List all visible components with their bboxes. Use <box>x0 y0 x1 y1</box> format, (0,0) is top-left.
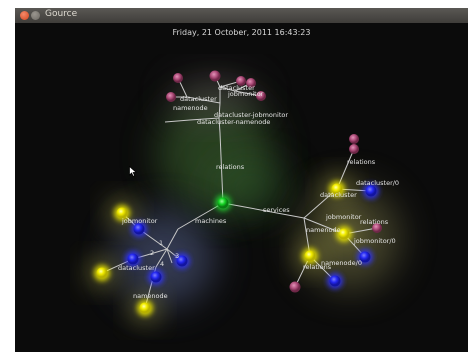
label-jobmonitor-0: jobmonitor/0 <box>353 237 396 245</box>
root-node <box>217 197 229 209</box>
file-node-blue <box>150 271 162 283</box>
label-num-2: 2 <box>150 249 154 257</box>
file-node-blue <box>365 185 377 197</box>
file-node-yellow <box>304 250 316 262</box>
close-button[interactable] <box>20 11 29 20</box>
label-jobmonitor-a: jobmonitor <box>227 90 264 98</box>
label-num-4: 4 <box>160 260 164 268</box>
window-title: Gource <box>45 9 78 19</box>
file-node-pink <box>289 281 301 293</box>
file-node-pink <box>166 92 176 102</box>
label-datacluster-c: datacluster <box>118 264 155 272</box>
title-bar[interactable]: Gource <box>15 8 468 23</box>
label-datacluster-0: datacluster/0 <box>356 179 399 187</box>
label-num-3: 3 <box>175 252 179 260</box>
label-services: services <box>263 206 290 214</box>
gource-window: Gource relations machines services datac… <box>15 8 468 352</box>
label-datacluster-b: datacluster <box>180 95 217 103</box>
minimize-button[interactable] <box>31 11 40 20</box>
label-datacluster-d: datacluster <box>320 191 357 199</box>
file-node-pink <box>173 73 183 83</box>
label-relations-r3: relations <box>303 263 332 271</box>
file-node-blue <box>127 253 139 265</box>
label-relations-r: relations <box>347 158 376 166</box>
file-node-pink <box>209 70 221 82</box>
label-relations-r2: relations <box>360 218 389 226</box>
file-node-yellow <box>96 267 108 279</box>
label-machines: machines <box>195 217 227 225</box>
file-node-pink <box>349 144 359 154</box>
file-node-blue <box>133 223 145 235</box>
file-node-pink <box>349 134 359 144</box>
label-jobmonitor-c: jobmonitor <box>325 213 362 221</box>
file-node-blue <box>329 275 341 287</box>
visualization-canvas[interactable]: relations machines services datacluster … <box>15 23 468 352</box>
mouse-pointer-icon <box>129 166 137 177</box>
file-node-yellow <box>139 302 151 314</box>
label-relations-top: relations <box>216 163 245 171</box>
label-namenode-c: namenode <box>306 226 341 234</box>
label-namenode-a: namenode <box>173 104 208 112</box>
label-jobmonitor-b: jobmonitor <box>121 217 158 225</box>
datetime-overlay: Friday, 21 October, 2011 16:43:23 <box>172 28 311 37</box>
label-num-1: 1 <box>159 239 163 247</box>
label-namenode-b: namenode <box>133 292 168 300</box>
label-datacluster-namenode: datacluster-namenode <box>197 118 270 126</box>
